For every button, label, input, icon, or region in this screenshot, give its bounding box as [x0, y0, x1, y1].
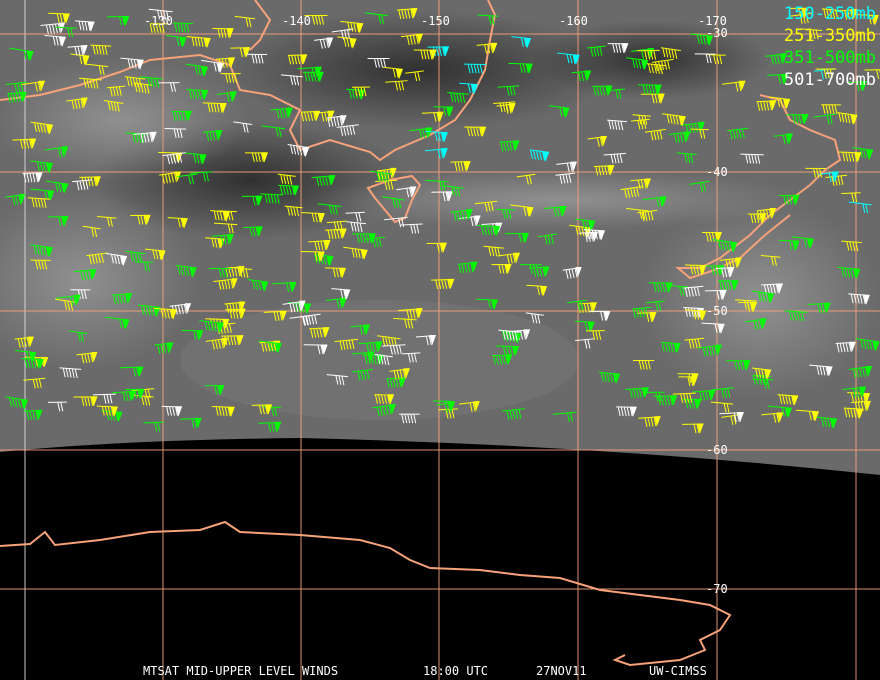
- antarctica-coast: [0, 520, 732, 667]
- legend-150-250: 150-250mb: [783, 4, 876, 24]
- lat-label: -40: [706, 165, 728, 179]
- lat-label: -50: [706, 304, 728, 318]
- barb-staff: [172, 22, 193, 25]
- lon-label: -160: [559, 14, 588, 28]
- pressure-legend: 150-250mb 251-350mb 351-500mb 501-700mb: [784, 3, 876, 91]
- legend-251-350: 251-350mb: [783, 26, 876, 46]
- barb-staff: [752, 378, 774, 381]
- lat-label: -70: [706, 582, 728, 596]
- map-canvas: -130 -140 -150 -160 -170 -30 -40 -50 -60…: [0, 0, 880, 680]
- lat-label: -30: [706, 26, 728, 40]
- source-label: UW-CIMSS: [649, 664, 707, 678]
- time-label: 18:00 UTC: [423, 664, 489, 678]
- date-label: 27NOV11: [536, 664, 587, 678]
- lon-label: -130: [144, 14, 173, 28]
- legend-351-500: 351-500mb: [783, 48, 876, 68]
- lon-label: -140: [282, 14, 311, 28]
- product-name: MTSAT MID-UPPER LEVEL WINDS: [143, 664, 339, 678]
- satellite-wind-map: -130 -140 -150 -160 -170 -30 -40 -50 -60…: [0, 0, 880, 680]
- barb-staff: [433, 400, 454, 402]
- satellite-imagery: [0, 0, 880, 475]
- barb-staff: [164, 127, 187, 130]
- legend-501-700: 501-700mb: [783, 70, 876, 90]
- caption-bar: MTSAT MID-UPPER LEVEL WINDS 18:00 UTC 27…: [0, 663, 880, 679]
- lat-label: -60: [706, 443, 728, 457]
- lon-label: -150: [421, 14, 450, 28]
